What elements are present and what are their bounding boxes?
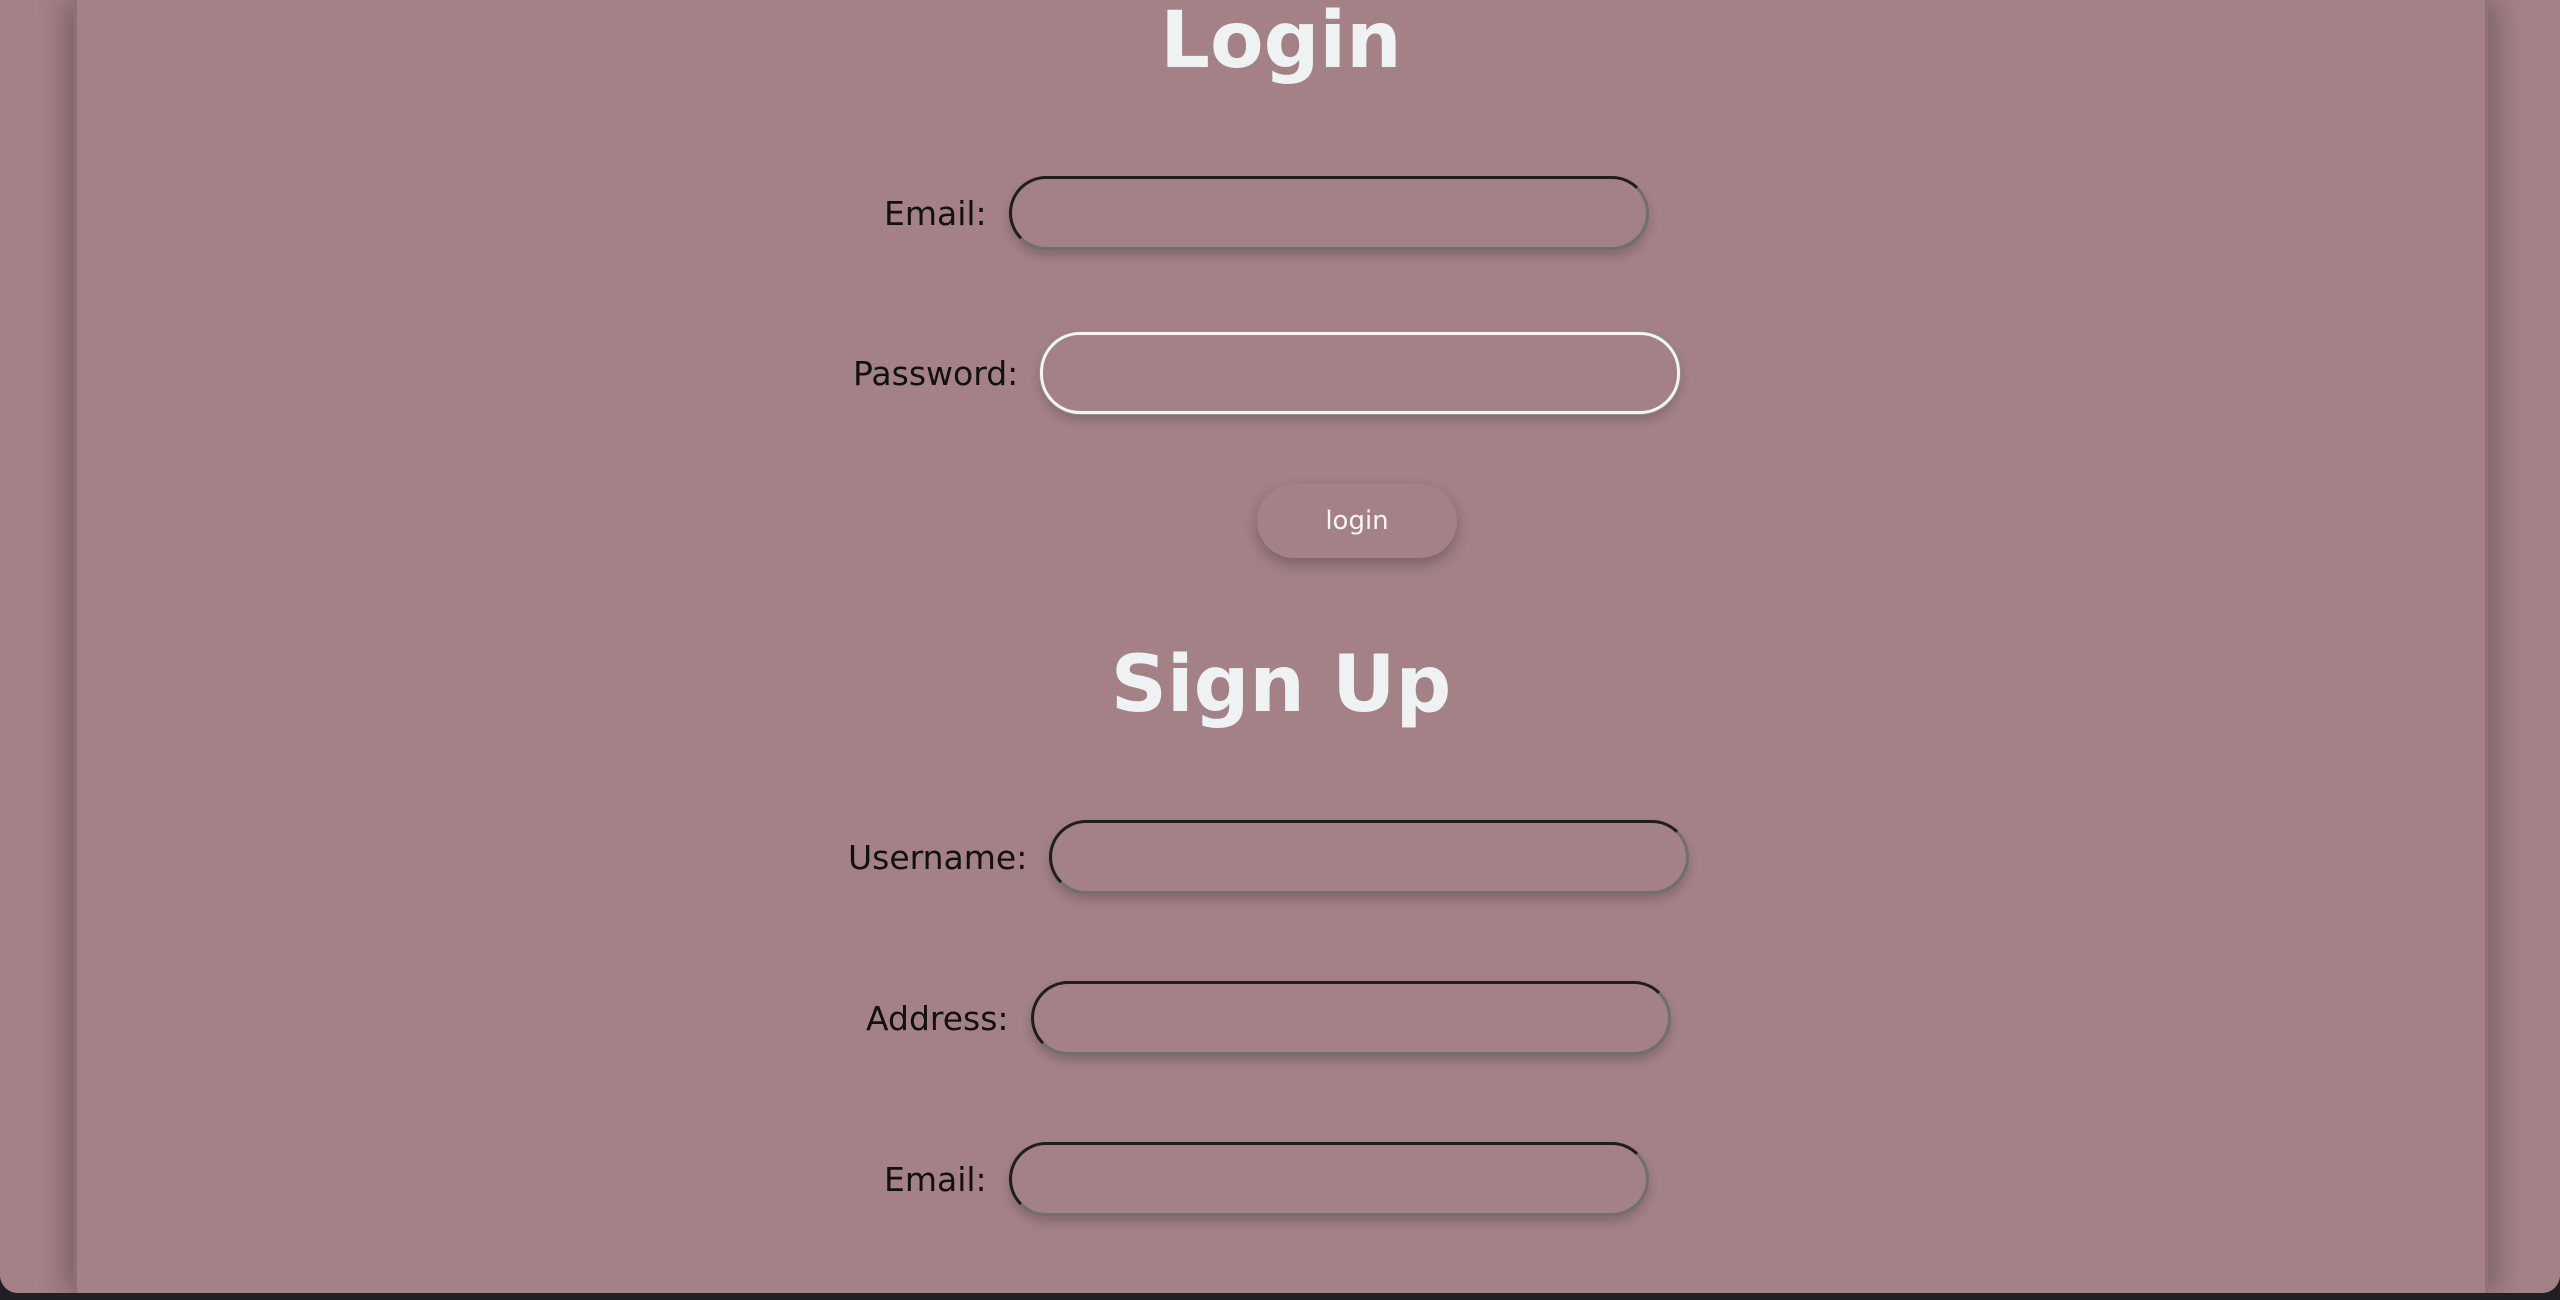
browser-viewport: Login Email: Password: login Sign Up Use… — [0, 0, 2560, 1293]
login-password-row: Password: — [853, 332, 1681, 414]
signup-email-input[interactable] — [1008, 1142, 1649, 1216]
signup-username-label: Username: — [848, 837, 1028, 877]
login-password-label: Password: — [853, 353, 1019, 393]
signup-heading: Sign Up — [1110, 640, 1452, 730]
signup-email-row: Email: — [884, 1139, 1649, 1219]
login-email-row: Email: — [884, 173, 1649, 253]
signup-address-input[interactable] — [1030, 981, 1671, 1055]
login-email-label: Email: — [884, 193, 987, 233]
login-heading: Login — [1160, 0, 1402, 86]
login-password-input[interactable] — [1040, 332, 1681, 414]
left-gutter — [0, 0, 74, 1293]
right-gutter — [2482, 0, 2560, 1293]
signup-address-row: Address: — [866, 978, 1671, 1058]
signup-email-label: Email: — [884, 1159, 987, 1199]
signup-username-row: Username: — [848, 817, 1690, 897]
login-email-input[interactable] — [1008, 176, 1649, 250]
page-content: Login Email: Password: login Sign Up Use… — [74, 0, 2488, 1293]
signup-address-label: Address: — [866, 998, 1009, 1038]
login-button[interactable]: login — [1257, 484, 1457, 558]
window-bottom-edge — [0, 1293, 2560, 1300]
signup-username-input[interactable] — [1049, 820, 1690, 894]
